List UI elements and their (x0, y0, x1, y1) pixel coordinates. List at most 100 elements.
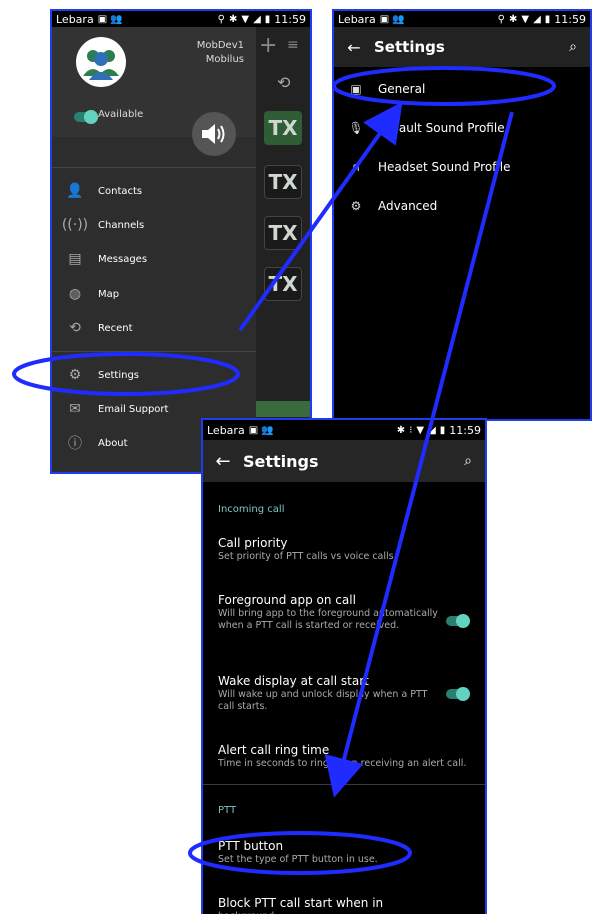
globe-icon: ◍ (68, 286, 82, 302)
person-icon: 👤 (66, 183, 84, 199)
pref-summary: Will wake up and unlock display when a P… (218, 689, 428, 712)
menu-item-label: Settings (98, 369, 140, 381)
headset-icon: ∩ (351, 159, 361, 174)
microphone-icon: 🎙 (348, 120, 364, 135)
search-icon[interactable]: ⌕ (556, 39, 590, 55)
settings-phone-icon: ▣ (350, 81, 362, 96)
user-name: MobDev1 Mobilus (197, 39, 244, 67)
settings-item-default-sound[interactable]: 🎙 Default Sound Profile (334, 108, 590, 147)
menu-item-settings[interactable]: ⚙ Settings (52, 358, 256, 392)
battery-icon: ▮ (439, 424, 446, 436)
speaker-icon (202, 124, 225, 144)
image-notification-icon: ▣ (248, 424, 259, 436)
menu-item-map[interactable]: ◍ Map (52, 277, 256, 311)
gear-icon: ⚙ (68, 367, 82, 383)
menu-item-contacts[interactable]: 👤 Contacts (52, 174, 256, 208)
bluetooth-icon: ✱ (396, 424, 406, 436)
settings-item-advanced[interactable]: ⚙ Advanced (334, 186, 590, 225)
app-notification-icon: 👥 (261, 424, 274, 436)
sort-icon[interactable]: ≡ (287, 37, 299, 53)
pref-summary: Set priority of PTT calls vs voice calls… (218, 551, 397, 562)
app-bar: ← Settings ⌕ (203, 440, 485, 482)
page-title: Settings (374, 38, 445, 56)
settings-item-label: Advanced (378, 198, 438, 213)
phone-screenshot-general-settings: Lebara ▣ 👥 ✱ ⁝ ▼ ◢ ▮ 11:59 ← Settings ⌕ … (201, 418, 487, 914)
pref-summary: Will bring app to the foreground automat… (218, 608, 438, 631)
menu-item-label: About (98, 437, 128, 449)
status-bar: Lebara ▣ 👥 ⚲ ✱ ▼ ◢ ▮ 11:59 (334, 11, 590, 27)
battery-icon: ▮ (544, 13, 551, 25)
back-arrow-icon[interactable]: ← (203, 451, 243, 472)
carrier-label: Lebara (56, 12, 94, 26)
green-strip (256, 401, 310, 417)
section-header-incoming-call: Incoming call (218, 504, 285, 515)
foreground-app-toggle[interactable] (446, 614, 470, 628)
pref-foreground-app[interactable]: Foreground app on call Will bring app to… (218, 593, 438, 632)
gears-icon: ⚙ (350, 198, 362, 213)
pref-summary: Time in seconds to ring when receiving a… (218, 758, 467, 769)
pref-title: Foreground app on call (218, 593, 356, 607)
section-header-ptt: PTT (218, 805, 237, 816)
battery-icon: ▮ (264, 13, 271, 25)
settings-item-label: Headset Sound Profile (378, 159, 511, 174)
clock: 11:59 (449, 423, 481, 437)
antenna-icon: ((·)) (61, 217, 89, 233)
carrier-label: Lebara (207, 423, 245, 437)
clock: 11:59 (554, 12, 586, 26)
menu-item-messages[interactable]: ▤ Messages (52, 242, 256, 276)
back-arrow-icon[interactable]: ← (334, 38, 374, 57)
menu-item-label: Contacts (98, 185, 143, 197)
menu-item-label: Map (98, 288, 120, 300)
phone-screenshot-drawer: Lebara ▣ 👥 ⚲ ✱ ▼ ◢ ▮ 11:59 + ≡ ⟲ TX TX T… (50, 9, 312, 474)
bluetooth-icon: ✱ (228, 13, 238, 25)
pref-block-ptt[interactable]: Block PTT call start when in background (218, 896, 438, 914)
settings-item-label: Default Sound Profile (378, 120, 505, 135)
page-title: Settings (243, 451, 319, 471)
settings-item-general[interactable]: ▣ General (334, 69, 590, 108)
tx-button[interactable]: TX (264, 111, 302, 145)
menu-item-channels[interactable]: ((·)) Channels (52, 208, 256, 242)
tx-button[interactable]: TX (264, 216, 302, 250)
vibrate-icon: ⁝ (409, 424, 413, 436)
menu-item-recent[interactable]: ⟲ Recent (52, 311, 256, 345)
image-notification-icon: ▣ (379, 13, 390, 25)
history-icon[interactable]: ⟲ (277, 73, 290, 92)
tx-button[interactable]: TX (264, 267, 302, 301)
settings-item-headset-sound[interactable]: ∩ Headset Sound Profile (334, 147, 590, 186)
status-bar: Lebara ▣ 👥 ⚲ ✱ ▼ ◢ ▮ 11:59 (52, 11, 310, 27)
pref-call-priority[interactable]: Call priority Set priority of PTT calls … (218, 536, 438, 563)
info-icon: ⓘ (68, 436, 82, 452)
wifi-icon: ▼ (241, 13, 250, 25)
bluetooth-icon: ✱ (508, 13, 518, 25)
signal-icon: ◢ (253, 13, 261, 25)
user-line-2: Mobilus (205, 54, 244, 65)
location-icon: ⚲ (217, 13, 225, 25)
pref-wake-display[interactable]: Wake display at call start Will wake up … (218, 674, 438, 713)
wake-display-toggle[interactable] (446, 687, 470, 701)
pref-title: Block PTT call start when in (218, 896, 384, 910)
navigation-drawer: MobDev1 Mobilus Available 👤 Contacts ((·… (52, 27, 256, 472)
search-icon[interactable]: ⌕ (451, 453, 485, 469)
carrier-label: Lebara (338, 12, 376, 26)
pref-alert-ring-time[interactable]: Alert call ring time Time in seconds to … (218, 743, 478, 770)
menu-item-label: Messages (98, 253, 148, 265)
pref-title: PTT button (218, 839, 284, 853)
pref-ptt-button[interactable]: PTT button Set the type of PTT button in… (218, 839, 438, 866)
status-bar: Lebara ▣ 👥 ✱ ⁝ ▼ ◢ ▮ 11:59 (203, 420, 485, 440)
section-divider (203, 784, 485, 785)
availability-label: Available (98, 109, 144, 120)
drawer-divider (52, 167, 256, 168)
add-icon[interactable]: + (259, 33, 277, 58)
availability-toggle[interactable] (74, 110, 98, 124)
pref-title: Wake display at call start (218, 674, 369, 688)
signal-icon: ◢ (428, 424, 436, 436)
app-bar: ← Settings ⌕ (334, 27, 590, 67)
speaker-button[interactable] (192, 112, 236, 156)
pref-title: Call priority (218, 536, 288, 550)
phone-screenshot-settings-main: Lebara ▣ 👥 ⚲ ✱ ▼ ◢ ▮ 11:59 ← Settings ⌕ … (332, 9, 592, 421)
app-notification-icon: 👥 (110, 13, 123, 25)
tx-button[interactable]: TX (264, 165, 302, 199)
menu-item-label: Recent (98, 322, 133, 334)
avatar[interactable] (76, 37, 126, 87)
mail-icon: ✉ (69, 401, 81, 417)
